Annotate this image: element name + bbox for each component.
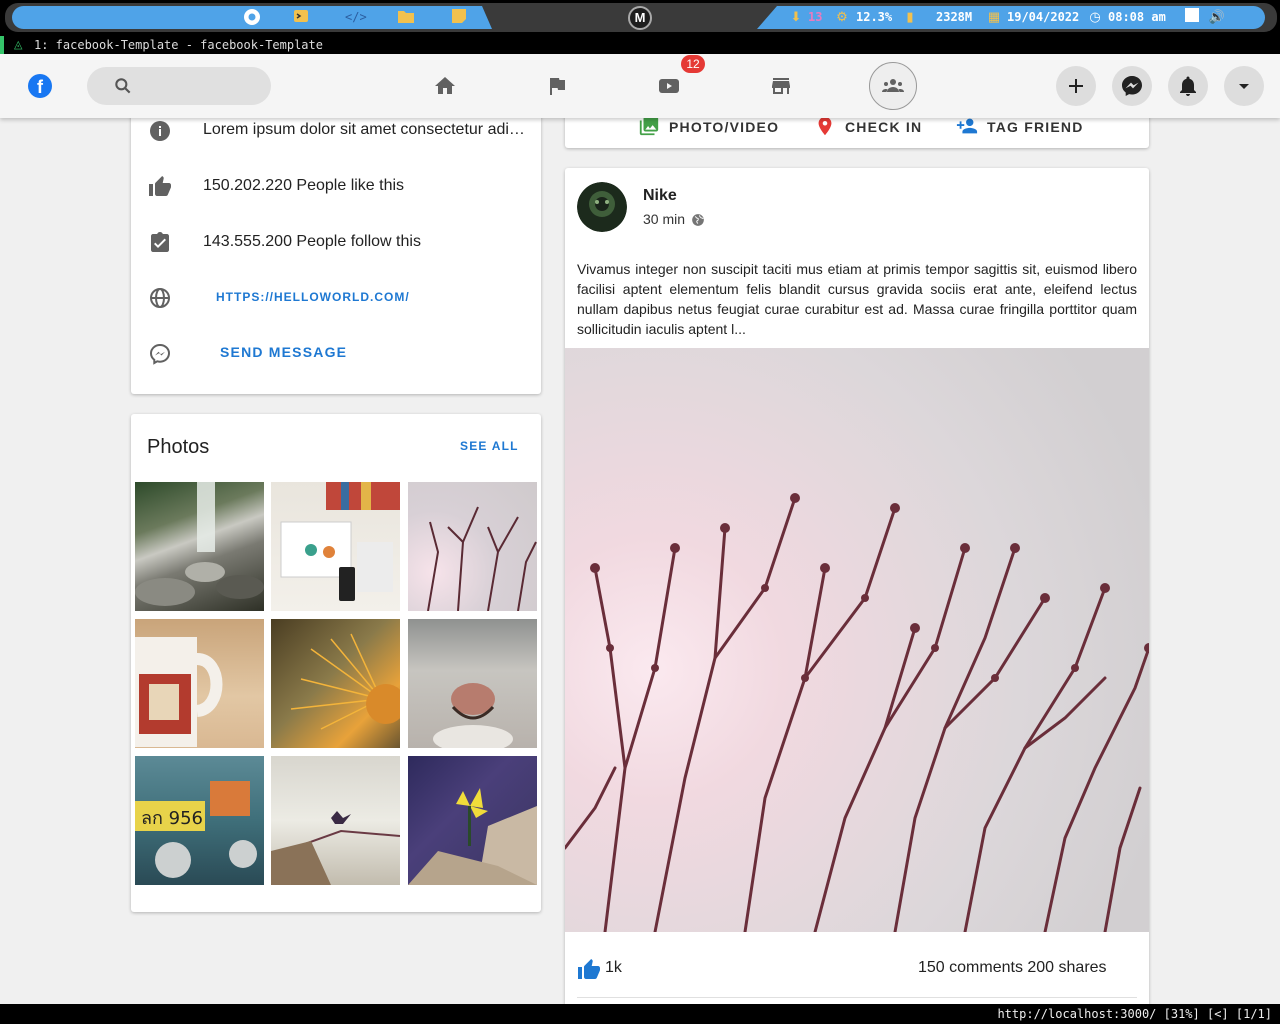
window-title: 1: facebook-Template - facebook-Template: [34, 38, 323, 52]
likes-count-text: 150.202.220 People like this: [203, 177, 405, 194]
downloads-count: 13: [808, 10, 823, 24]
about-text: Lorem ipsum dolor sit amet consectetur a…: [203, 121, 527, 138]
create-button[interactable]: [1056, 66, 1096, 106]
photo-thumbnail-desk[interactable]: [271, 482, 400, 611]
memory-usage: 2328M: [936, 10, 973, 24]
photo-thumbnail-waterfall[interactable]: [135, 482, 264, 611]
post-image[interactable]: [565, 348, 1149, 932]
date: 19/04/2022: [1007, 10, 1080, 24]
bell-icon: [1180, 76, 1196, 96]
add-icon: [1069, 79, 1083, 93]
follows-count-text: 143.555.200 People follow this: [203, 233, 421, 250]
messenger-button[interactable]: [1112, 66, 1152, 106]
account-menu-button[interactable]: [1224, 66, 1264, 106]
post-divider: [577, 997, 1137, 998]
photo-thumbnail-pier[interactable]: [271, 756, 400, 885]
photo-thumbnail-cactus[interactable]: [271, 619, 400, 748]
photo-thumbnail-cat-nose[interactable]: [408, 619, 537, 748]
memory-icon: ▮: [906, 9, 914, 24]
messenger-icon: [1122, 76, 1142, 96]
svg-text:ลก 956: ลก 956: [141, 808, 203, 829]
code-icon[interactable]: </>: [345, 8, 367, 26]
follows-row: 143.555.200 People follow this: [131, 223, 541, 263]
clock-icon: ◷: [1089, 9, 1101, 24]
home-icon[interactable]: [433, 74, 457, 98]
search-input[interactable]: [87, 67, 271, 105]
window-icon[interactable]: [1183, 8, 1201, 26]
post-text: Vivamus integer non suscipit taciti mus …: [577, 261, 1137, 337]
groups-icon: [882, 79, 904, 92]
messenger-icon: [149, 343, 171, 365]
post-like-count: 1k: [605, 959, 622, 976]
photo-thumbnail-flower[interactable]: [408, 756, 537, 885]
volume-icon[interactable]: 🔊: [1208, 8, 1226, 26]
notes-icon[interactable]: [450, 8, 468, 26]
location-pin-icon: [818, 116, 832, 136]
follow-icon: [151, 232, 169, 252]
dropdown-icon: [1239, 84, 1249, 89]
top-navigation: f 12: [0, 54, 1280, 118]
notifications-button[interactable]: [1168, 66, 1208, 106]
calendar-icon: ▦: [987, 9, 1001, 24]
person-add-icon: [956, 118, 978, 134]
check-in-label: CHECK IN: [845, 119, 923, 135]
vim-logo-icon: ◬: [14, 39, 23, 51]
facebook-logo-icon[interactable]: f: [28, 74, 52, 98]
tag-friend-label: TAG FRIEND: [987, 119, 1084, 135]
thumb-up-icon: [149, 176, 171, 196]
video-notification-badge: 12: [681, 55, 705, 73]
post-author[interactable]: Nike: [643, 187, 677, 205]
photo-thumbnail-mug[interactable]: [135, 619, 264, 748]
system-bar: </> M ⬇ 13 ⚙ 12.3% ▮ 2328M ▦ 19/04/2022 …: [0, 0, 1280, 36]
browser-status-bar: http://localhost:3000/ [31%] [<] [1/1]: [0, 1004, 1280, 1024]
photo-video-label: PHOTO/VIDEO: [669, 119, 780, 135]
facebook-app: f 12 Lorem ipsum dolor sit amet consecte…: [0, 54, 1280, 1004]
globe-icon: [150, 288, 170, 308]
like-icon[interactable]: [577, 958, 601, 982]
photo-thumbnail-branches[interactable]: [408, 482, 537, 611]
see-all-photos-button[interactable]: SEE ALL: [460, 439, 519, 453]
info-icon: [150, 121, 170, 141]
website-row: HTTPS://HELLOWORLD.COM/: [131, 278, 541, 318]
photos-title: Photos: [147, 436, 210, 458]
app-launcher-logo[interactable]: M: [628, 6, 652, 30]
terminal-icon[interactable]: [292, 8, 310, 26]
search-icon: [115, 78, 131, 94]
flag-icon[interactable]: [545, 74, 569, 98]
message-row: SEND MESSAGE: [131, 334, 541, 374]
send-message-button[interactable]: SEND MESSAGE: [220, 344, 347, 360]
website-link[interactable]: HTTPS://HELLOWORLD.COM/: [216, 290, 410, 304]
public-globe-icon: [692, 214, 704, 226]
post-card: Nike 30 min Vivamus integer non suscipit…: [565, 168, 1149, 1004]
video-icon[interactable]: [657, 74, 681, 98]
likes-row: 150.202.220 People like this: [131, 167, 541, 207]
photos-card: Photos SEE ALL ลก 956: [131, 414, 541, 912]
status-url: http://localhost:3000/ [31%] [<] [1/1]: [997, 1007, 1272, 1021]
chrome-icon[interactable]: [243, 8, 261, 26]
cpu-usage: 12.3%: [856, 10, 893, 24]
folder-icon[interactable]: [397, 8, 415, 26]
photo-thumbnail-tuk-tuk[interactable]: ลก 956: [135, 756, 264, 885]
groups-button[interactable]: [869, 62, 917, 110]
photo-library-icon: [639, 116, 659, 136]
page-info-card: Lorem ipsum dolor sit amet consectetur a…: [131, 94, 541, 394]
store-icon[interactable]: [769, 74, 793, 98]
post-time: 30 min: [643, 211, 686, 227]
downloads-icon: ⬇: [790, 9, 802, 24]
time: 08:08 am: [1108, 10, 1166, 24]
author-avatar[interactable]: [577, 182, 627, 232]
post-comments-shares[interactable]: 150 comments 200 shares: [918, 959, 1107, 977]
cpu-icon: ⚙: [836, 9, 848, 24]
window-title-bar: ◬ 1: facebook-Template - facebook-Templa…: [0, 36, 1280, 54]
